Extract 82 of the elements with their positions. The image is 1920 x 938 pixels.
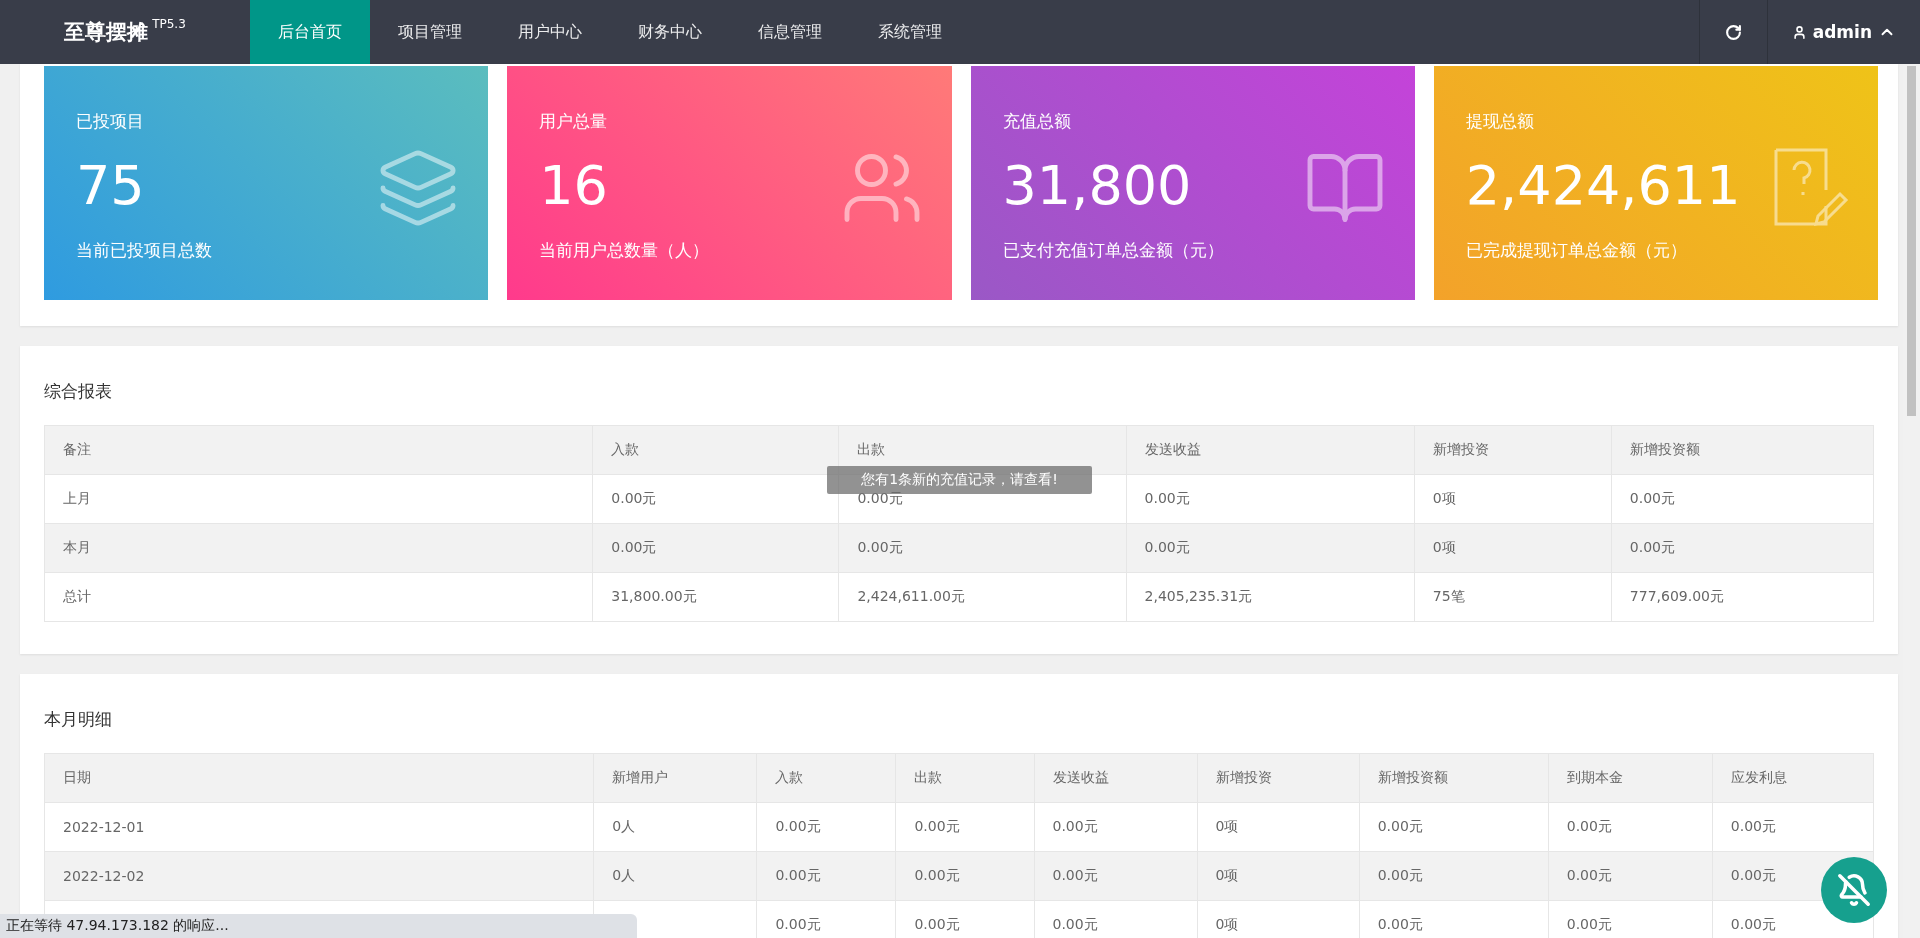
nav-tab[interactable]: 后台首页: [250, 0, 370, 64]
table-cell: 0人: [593, 802, 757, 852]
toast-message: 您有1条新的充值记录，请查看!: [827, 466, 1092, 494]
column-header: 新增用户: [593, 753, 757, 803]
table-cell: 0.00元: [1359, 851, 1549, 901]
table-cell: 777,609.00元: [1611, 572, 1874, 622]
table-cell: 0.00元: [1034, 802, 1198, 852]
column-header: 发送收益: [1126, 425, 1415, 475]
card-value: 16: [539, 153, 608, 219]
column-header: 新增投资额: [1611, 425, 1874, 475]
nav-tab[interactable]: 信息管理: [730, 0, 850, 64]
table-cell: 0项: [1197, 900, 1360, 938]
table-cell: 0.00元: [756, 802, 896, 852]
user-icon: [1791, 24, 1807, 40]
card-value: 2,424,611: [1465, 153, 1741, 219]
table-cell: 0.00元: [1034, 900, 1198, 938]
column-header: 到期本金: [1548, 753, 1713, 803]
column-header: 日期: [44, 753, 594, 803]
table-cell: 0.00元: [592, 474, 839, 524]
column-header: 出款: [895, 753, 1034, 803]
table-cell: 0项: [1197, 851, 1360, 901]
table-cell: 0.00元: [592, 523, 839, 573]
table-cell: 0.00元: [1712, 802, 1874, 852]
section-title: 综合报表: [44, 380, 112, 403]
table-cell: 0.00元: [1611, 523, 1874, 573]
nav-tab[interactable]: 系统管理: [850, 0, 970, 64]
nav-tab[interactable]: 项目管理: [370, 0, 490, 64]
table-cell: 0.00元: [1034, 851, 1198, 901]
nav-tab[interactable]: 财务中心: [610, 0, 730, 64]
column-header: 新增投资: [1414, 425, 1612, 475]
card-title: 用户总量: [539, 110, 608, 133]
bell-off-icon: [1837, 873, 1871, 907]
logo-text: 至尊摆摊: [64, 19, 149, 46]
table-cell: 0人: [593, 851, 757, 901]
table-cell: 0.00元: [1126, 474, 1415, 524]
table-cell: 上月: [44, 474, 593, 524]
table-cell: 本月: [44, 523, 593, 573]
card-caption: 当前已投项目总数: [76, 239, 212, 262]
column-header: 入款: [756, 753, 896, 803]
table-cell: 0.00元: [756, 851, 896, 901]
column-header: 备注: [44, 425, 593, 475]
card-caption: 已完成提现订单总金额（元）: [1465, 239, 1687, 262]
column-header: 应发利息: [1712, 753, 1874, 803]
card-caption: 当前用户总数量（人）: [539, 239, 710, 262]
version-label: TP5.3: [152, 17, 186, 31]
table-cell: 0.00元: [895, 802, 1034, 852]
card-title: 充值总额: [1002, 110, 1071, 133]
table-cell: 2022-12-02: [44, 851, 594, 901]
table-cell: 0.00元: [895, 900, 1034, 938]
card-caption: 已支付充值订单总金额（元）: [1002, 239, 1224, 262]
table-cell: 0.00元: [1611, 474, 1874, 524]
column-header: 发送收益: [1034, 753, 1198, 803]
table-cell: 0.00元: [1548, 802, 1713, 852]
browser-status-bar: 正在等待 47.94.173.182 的响应...: [0, 914, 637, 938]
card-value: 75: [76, 153, 145, 219]
card-value: 31,800: [1002, 153, 1192, 219]
table-cell: 2,424,611.00元: [838, 572, 1127, 622]
section-title: 本月明细: [44, 708, 112, 731]
table-cell: 0项: [1414, 523, 1612, 573]
table-cell: 总计: [44, 572, 593, 622]
table-cell: 2,405,235.31元: [1126, 572, 1415, 622]
table-cell: 75笔: [1414, 572, 1612, 622]
table-cell: 0.00元: [895, 851, 1034, 901]
card-title: 提现总额: [1465, 110, 1534, 133]
nav-tab[interactable]: 用户中心: [490, 0, 610, 64]
table-cell: 0.00元: [1359, 900, 1549, 938]
table-cell: 2022-12-01: [44, 802, 594, 852]
table-cell: 0.00元: [756, 900, 896, 938]
table-cell: 0.00元: [1548, 851, 1713, 901]
column-header: 入款: [592, 425, 839, 475]
note-pencil-icon: [1772, 146, 1850, 228]
refresh-icon: [1724, 23, 1742, 41]
table-cell: 0.00元: [1126, 523, 1415, 573]
table-cell: 0项: [1414, 474, 1612, 524]
table-cell: 0项: [1197, 802, 1360, 852]
table-cell: 31,800.00元: [592, 572, 839, 622]
table-cell: 0.00元: [838, 523, 1127, 573]
column-header: 新增投资额: [1359, 753, 1549, 803]
column-header: 新增投资: [1197, 753, 1360, 803]
table-cell: 0.00元: [1548, 900, 1713, 938]
table-cell: 0.00元: [1359, 802, 1549, 852]
card-title: 已投项目: [76, 110, 144, 133]
